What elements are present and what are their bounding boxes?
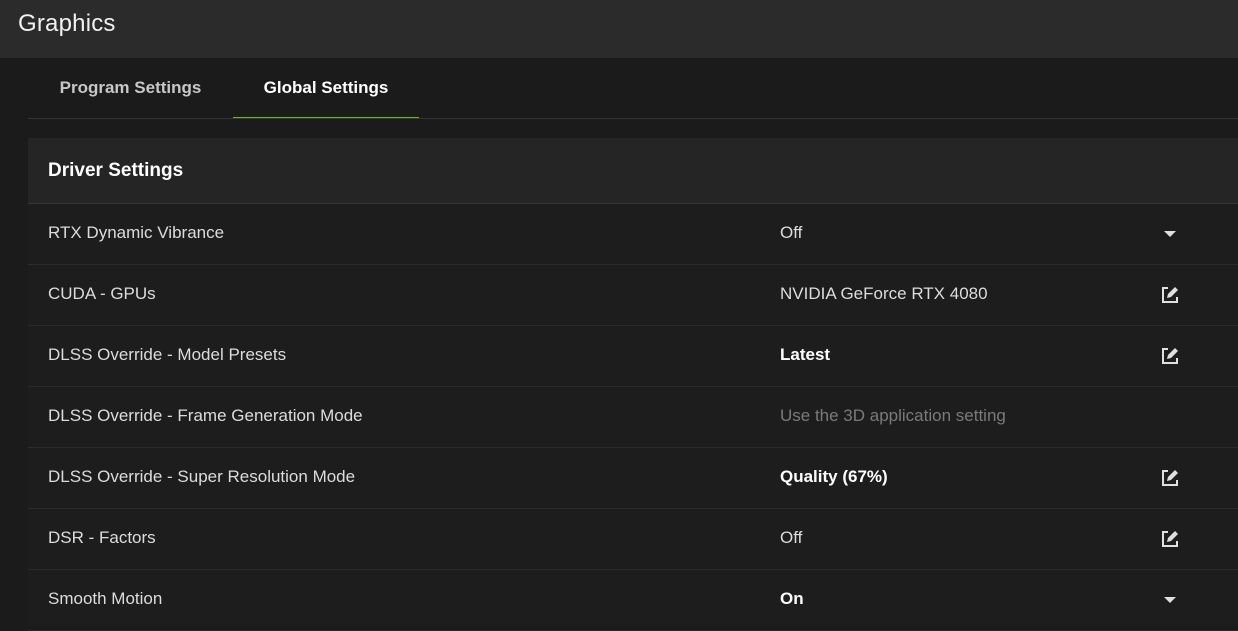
- setting-row-rtx-dynamic-vibrance[interactable]: RTX Dynamic Vibrance Off: [28, 204, 1238, 265]
- setting-row-dlss-frame-generation: DLSS Override - Frame Generation Mode Us…: [28, 387, 1238, 448]
- section-title: Driver Settings: [48, 160, 184, 181]
- edit-icon[interactable]: [1158, 466, 1182, 490]
- setting-label: Smooth Motion: [48, 589, 163, 608]
- setting-value: Latest: [780, 345, 831, 364]
- setting-label: DSR - Factors: [48, 528, 156, 547]
- edit-icon[interactable]: [1158, 283, 1182, 307]
- chevron-down-icon[interactable]: [1158, 222, 1182, 246]
- setting-value: NVIDIA GeForce RTX 4080: [780, 284, 988, 303]
- setting-row-dlss-model-presets[interactable]: DLSS Override - Model Presets Latest: [28, 326, 1238, 387]
- tab-program-settings[interactable]: Program Settings: [28, 58, 233, 117]
- page-title: Graphics: [18, 10, 116, 37]
- driver-settings-panel: Driver Settings RTX Dynamic Vibrance Off…: [28, 138, 1238, 631]
- setting-row-dlss-super-resolution[interactable]: DLSS Override - Super Resolution Mode Qu…: [28, 448, 1238, 509]
- app-header: Graphics: [0, 0, 1238, 58]
- setting-value[interactable]: On: [780, 589, 804, 609]
- setting-label: CUDA - GPUs: [48, 284, 156, 303]
- section-header: Driver Settings: [28, 138, 1238, 204]
- chevron-down-icon[interactable]: [1158, 588, 1182, 612]
- setting-label: DLSS Override - Model Presets: [48, 345, 287, 364]
- tab-global-settings[interactable]: Global Settings: [233, 58, 419, 118]
- setting-value[interactable]: Off: [780, 223, 802, 243]
- setting-label: DLSS Override - Super Resolution Mode: [48, 467, 356, 486]
- setting-value: Use the 3D application setting: [780, 406, 1006, 425]
- setting-row-dsr-factors[interactable]: DSR - Factors Off: [28, 509, 1238, 570]
- setting-label: RTX Dynamic Vibrance: [48, 223, 225, 242]
- edit-icon[interactable]: [1158, 527, 1182, 551]
- edit-icon[interactable]: [1158, 344, 1182, 368]
- setting-row-smooth-motion[interactable]: Smooth Motion On: [28, 570, 1238, 631]
- setting-value: Quality (67%): [780, 467, 888, 486]
- setting-value: Off: [780, 528, 803, 547]
- setting-label: DLSS Override - Frame Generation Mode: [48, 406, 363, 425]
- tab-bar: Program Settings Global Settings: [28, 58, 1238, 119]
- setting-row-cuda-gpus[interactable]: CUDA - GPUs NVIDIA GeForce RTX 4080: [28, 265, 1238, 326]
